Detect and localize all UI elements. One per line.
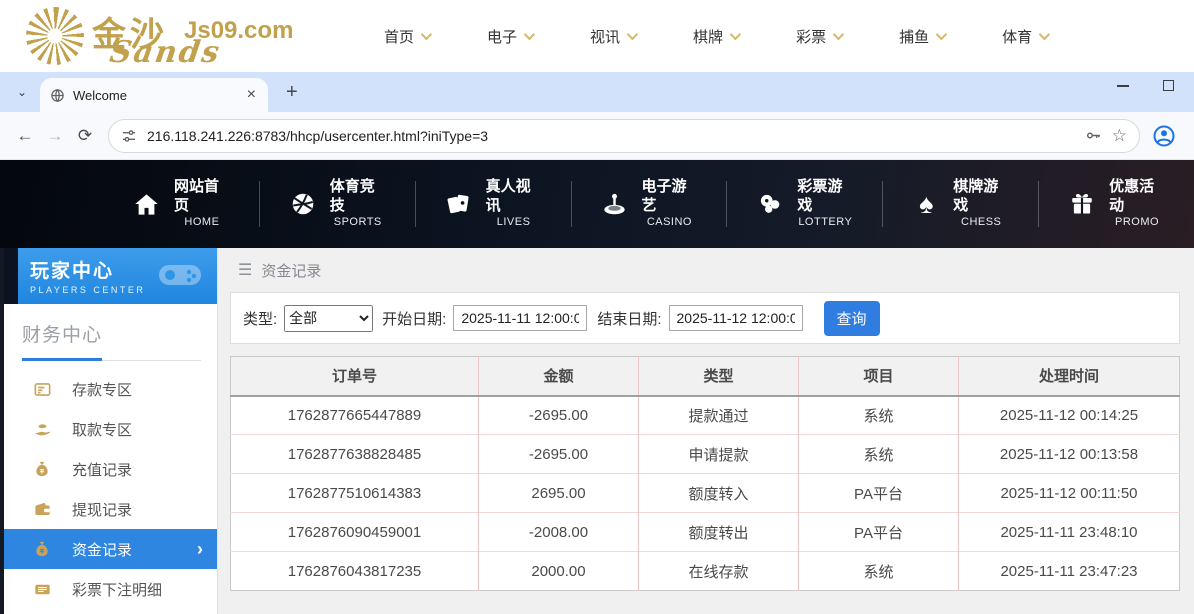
header-order-no: 订单号 <box>231 357 479 396</box>
sidebar-item-hall-bet-records[interactable]: 厅室投注记录 <box>4 609 217 614</box>
casino-nav-sports[interactable]: 体育竞技SPORTS <box>260 178 415 229</box>
top-nav-item-fishing[interactable]: 捕鱼 <box>899 26 944 47</box>
sidebar-item-deposit-zone[interactable]: 存款专区 <box>4 369 217 409</box>
app-window: 金沙 Js09.com Sands 首页 电子 视讯 棋牌 彩票 捕鱼 体育 ⌄… <box>0 0 1194 614</box>
close-icon[interactable]: × <box>243 85 260 105</box>
chevron-down-icon <box>421 29 432 40</box>
home-icon <box>133 191 161 218</box>
roulette-icon <box>600 191 628 218</box>
sidebar-item-funds-records[interactable]: 资金记录 › <box>4 529 217 569</box>
wallet-icon <box>32 500 52 519</box>
header-item: 项目 <box>799 357 959 396</box>
players-center-header: 玩家中心 PLAYERS CENTER <box>18 248 217 304</box>
top-nav-item-live[interactable]: 视讯 <box>590 26 635 47</box>
gift-icon <box>1068 191 1096 217</box>
main-content: ☰ 资金记录 类型: 全部 开始日期: 结束日期: 查询 订单号 金额 <box>218 248 1194 614</box>
deposit-card-icon <box>32 380 52 399</box>
new-tab-button[interactable]: + <box>280 81 304 104</box>
minimize-icon[interactable] <box>1117 85 1129 87</box>
type-select[interactable]: 全部 <box>284 305 373 332</box>
ticket-icon <box>32 580 52 599</box>
forward-icon[interactable]: → <box>40 121 70 151</box>
filter-panel: 类型: 全部 开始日期: 结束日期: 查询 <box>230 292 1180 344</box>
table-row: 1762876043817235 2000.00 在线存款 系统 2025-11… <box>231 552 1180 591</box>
header-time: 处理时间 <box>959 357 1180 396</box>
site-logo[interactable]: 金沙 Js09.com Sands <box>26 5 342 67</box>
sunburst-logo-icon <box>26 7 84 65</box>
start-date-label: 开始日期: <box>382 308 446 329</box>
back-icon[interactable]: ← <box>10 121 40 151</box>
site-header: 金沙 Js09.com Sands 首页 电子 视讯 棋牌 彩票 捕鱼 体育 <box>0 0 1194 72</box>
end-date-input[interactable] <box>669 305 803 331</box>
logo-script: Sands <box>108 35 224 70</box>
breadcrumb: ☰ 资金记录 <box>230 248 1180 292</box>
maximize-icon[interactable] <box>1163 80 1174 91</box>
type-label: 类型: <box>243 308 277 329</box>
casino-nav-casino[interactable]: 电子游艺CASINO <box>571 178 726 229</box>
table-row: 1762877510614383 2695.00 额度转入 PA平台 2025-… <box>231 474 1180 513</box>
profile-avatar-icon[interactable] <box>1152 124 1176 148</box>
tab-search-button[interactable]: ⌄ <box>8 78 36 106</box>
top-nav: 首页 电子 视讯 棋牌 彩票 捕鱼 体育 <box>384 26 1047 47</box>
hamburger-icon: ☰ <box>238 260 252 280</box>
moneybag-icon <box>32 460 52 478</box>
bookmark-star-icon[interactable]: ☆ <box>1112 126 1127 146</box>
password-key-icon[interactable] <box>1085 127 1102 144</box>
casino-nav: 网站首页HOME 体育竞技SPORTS 真人视讯LIVES 电子游艺CASINO… <box>0 160 1194 248</box>
top-nav-item-board[interactable]: 棋牌 <box>693 26 738 47</box>
chevron-right-icon: › <box>197 539 203 560</box>
table-header-row: 订单号 金额 类型 项目 处理时间 <box>231 357 1180 396</box>
top-nav-item-home[interactable]: 首页 <box>384 26 429 47</box>
chevron-down-icon <box>833 29 844 40</box>
search-button[interactable]: 查询 <box>824 301 880 336</box>
top-nav-item-lottery[interactable]: 彩票 <box>796 26 841 47</box>
chevron-down-icon <box>1039 29 1050 40</box>
chevron-down-icon <box>524 29 535 40</box>
section-underline <box>22 358 201 361</box>
finance-center-label: 财务中心 <box>22 320 201 347</box>
sidebar-menu: 存款专区 取款专区 充值记录 提现记录 资金记录 › <box>4 369 217 614</box>
casino-nav-lottery[interactable]: 彩票游戏LOTTERY <box>727 178 882 229</box>
chevron-down-icon <box>730 29 741 40</box>
reload-icon[interactable]: ⟳ <box>70 121 100 151</box>
cards-icon <box>445 191 473 217</box>
address-bar[interactable]: 216.118.241.226:8783/hhcp/usercenter.htm… <box>108 119 1140 153</box>
chevron-down-icon <box>627 29 638 40</box>
casino-nav-promo[interactable]: 优惠活动PROMO <box>1039 178 1194 229</box>
sidebar-item-withdraw-zone[interactable]: 取款专区 <box>4 409 217 449</box>
top-nav-item-slots[interactable]: 电子 <box>487 26 532 47</box>
window-controls <box>1117 80 1174 91</box>
breadcrumb-label: 资金记录 <box>261 260 321 281</box>
lottery-balls-icon <box>756 191 784 217</box>
sidebar: 玩家中心 PLAYERS CENTER 财务中心 存款专区 取 <box>0 248 218 614</box>
spade-icon: ♠ <box>912 191 940 218</box>
top-nav-item-sports[interactable]: 体育 <box>1002 26 1047 47</box>
table-row: 1762876090459001 -2008.00 额度转出 PA平台 2025… <box>231 513 1180 552</box>
gamepad-icon <box>157 258 203 297</box>
chevron-down-icon <box>936 29 947 40</box>
header-type: 类型 <box>639 357 799 396</box>
funds-icon <box>32 540 52 558</box>
header-amount: 金额 <box>479 357 639 396</box>
casino-nav-lives[interactable]: 真人视讯LIVES <box>416 178 571 229</box>
site-info-icon[interactable] <box>121 128 137 144</box>
browser-tab[interactable]: Welcome × <box>40 78 268 112</box>
withdraw-hand-icon <box>32 420 52 439</box>
basketball-icon <box>289 191 317 217</box>
end-date-label: 结束日期: <box>597 308 661 329</box>
start-date-input[interactable] <box>453 305 587 331</box>
sidebar-item-recharge-records[interactable]: 充值记录 <box>4 449 217 489</box>
table-row: 1762877665447889 -2695.00 提款通过 系统 2025-1… <box>231 396 1180 435</box>
sidebar-item-lottery-bet-details[interactable]: 彩票下注明细 <box>4 569 217 609</box>
casino-nav-home[interactable]: 网站首页HOME <box>104 178 259 229</box>
tab-title: Welcome <box>73 88 235 103</box>
sidebar-item-withdraw-records[interactable]: 提现记录 <box>4 489 217 529</box>
funds-records-table: 订单号 金额 类型 项目 处理时间 1762877665447889 -2695… <box>230 356 1180 591</box>
table-row: 1762877638828485 -2695.00 申请提款 系统 2025-1… <box>231 435 1180 474</box>
casino-nav-chess[interactable]: ♠ 棋牌游戏CHESS <box>883 178 1038 229</box>
browser-toolbar: ← → ⟳ 216.118.241.226:8783/hhcp/usercent… <box>0 112 1194 160</box>
browser-tab-strip: ⌄ Welcome × + <box>0 72 1194 112</box>
globe-icon <box>50 88 65 103</box>
url-text[interactable]: 216.118.241.226:8783/hhcp/usercenter.htm… <box>147 128 1075 144</box>
